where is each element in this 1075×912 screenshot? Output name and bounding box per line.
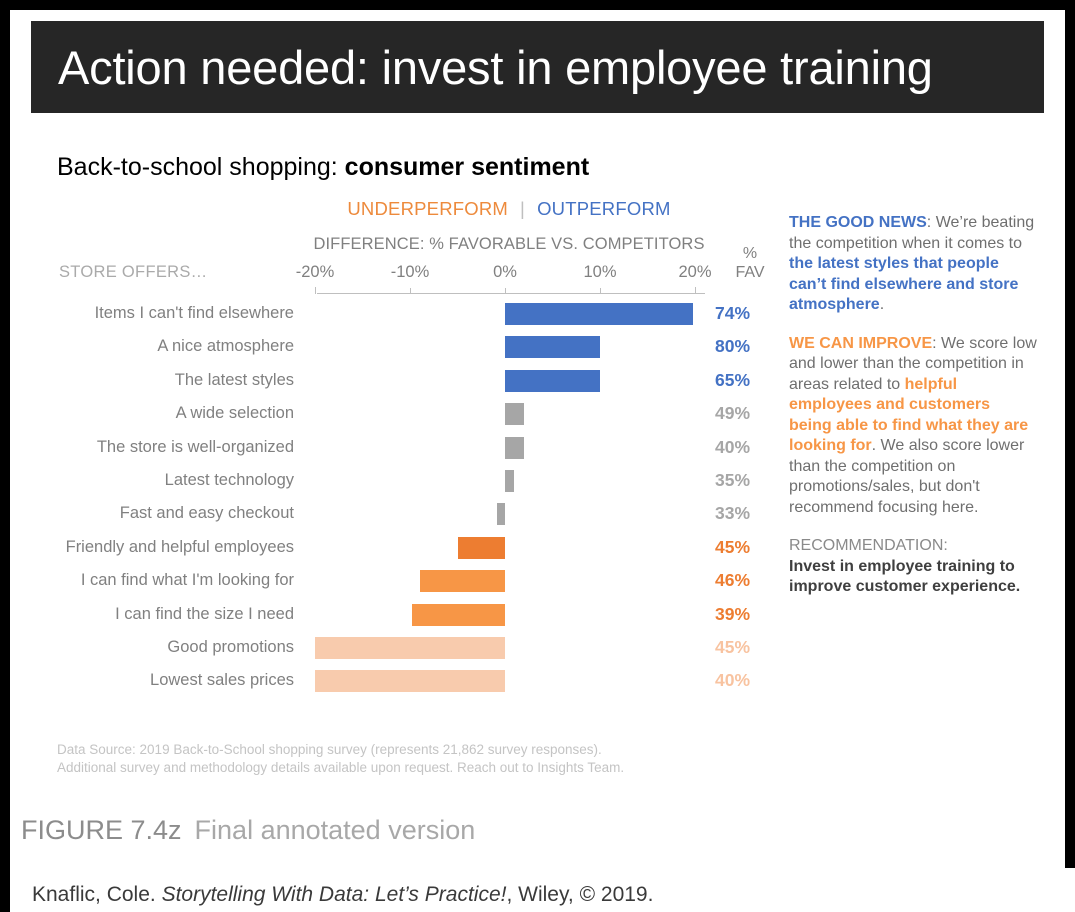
improve-heading: WE CAN IMPROVE	[789, 334, 933, 352]
bar-value-label: 39%	[715, 603, 751, 624]
bar-category-label: Lowest sales prices	[150, 671, 294, 690]
bar-value-label: 40%	[715, 436, 751, 457]
bar-value-label: 80%	[715, 336, 751, 357]
chart-bar	[315, 670, 505, 693]
x-axis-tick-label: 10%	[583, 263, 617, 281]
bar-category-label: I can find the size I need	[115, 604, 294, 623]
annotation-good-news: THE GOOD NEWS: We’re beating the competi…	[789, 214, 1035, 313]
bar-category-label: Fast and easy checkout	[119, 504, 294, 523]
slide-title: Action needed: invest in employee traini…	[58, 40, 933, 94]
bar-category-label: A nice atmosphere	[157, 337, 294, 356]
x-axis-tick-mark	[600, 288, 601, 294]
slide-page: Action needed: invest in employee traini…	[0, 0, 1075, 912]
bar-category-label: Good promotions	[167, 638, 294, 656]
bar-value-label: 65%	[715, 369, 751, 390]
x-axis-tick-mark	[410, 288, 411, 294]
slide-title-bar: Action needed: invest in employee traini…	[31, 21, 1044, 113]
good-news-text-2: .	[879, 296, 885, 313]
chart-bar	[505, 403, 524, 426]
figure-number: FIGURE 7.4z	[21, 815, 182, 845]
chart-bar	[457, 536, 505, 559]
chart-bar	[505, 436, 524, 459]
bar-value-label: 45%	[715, 637, 751, 657]
citation-text: Knaflic, Cole. Storytelling With Data: L…	[32, 883, 653, 907]
bar-value-label: 45%	[715, 536, 751, 557]
chart-bar	[497, 503, 505, 526]
bar-category-label: I can find what I'm looking for	[80, 571, 294, 590]
bar-value-label: 35%	[715, 470, 751, 490]
bar-category-label: The store is well-organized	[96, 437, 294, 456]
bar-category-label: A wide selection	[175, 404, 294, 423]
x-axis-tick-mark	[315, 287, 316, 294]
x-axis-tick-label: 20%	[678, 263, 712, 281]
bar-category-label: Latest technology	[164, 471, 294, 489]
bar-category-label: Friendly and helpful employees	[65, 537, 294, 556]
chart-bar	[315, 637, 505, 659]
x-axis-tick-label: -10%	[390, 263, 430, 281]
recommendation-heading: RECOMMENDATION:	[789, 537, 948, 554]
citation-author: Knaflic, Cole.	[32, 883, 162, 906]
chart-bar	[505, 470, 514, 492]
bar-value-label: 74%	[715, 303, 751, 323]
recommendation-body: Invest in employee training to improve c…	[789, 557, 1021, 596]
bar-value-label: 49%	[715, 403, 751, 424]
good-news-highlight: the latest styles that people can’t find…	[789, 255, 1019, 313]
data-source-footnote: Data Source: 2019 Back-to-School shoppin…	[57, 742, 625, 775]
chart-bar-row: Good promotions 45%	[21, 631, 1054, 664]
bar-value-label: 46%	[715, 570, 751, 591]
figure-caption: FIGURE 7.4z Final annotated version	[21, 815, 1041, 846]
x-axis-line	[317, 293, 705, 294]
x-axis-tick-mark	[695, 287, 696, 294]
chart-bar	[411, 603, 505, 626]
good-news-heading: THE GOOD NEWS	[789, 214, 927, 231]
bar-value-label: 40%	[715, 670, 751, 691]
bar-category-label: The latest styles	[174, 370, 294, 389]
chart-bar	[505, 303, 694, 325]
chart-bar	[419, 570, 505, 593]
bar-category-label: Items I can't find elsewhere	[94, 304, 294, 322]
x-axis-tick-mark	[505, 288, 506, 294]
annotation-panel: THE GOOD NEWS: We’re beating the competi…	[789, 213, 1037, 616]
chart-bar	[505, 369, 600, 392]
bar-value-label: 33%	[715, 503, 751, 524]
citation-rest: , Wiley, © 2019.	[506, 883, 654, 906]
citation-work: Storytelling With Data: Let’s Practice!	[161, 883, 507, 906]
annotation-we-can-improve: WE CAN IMPROVE: We score low and lower t…	[789, 334, 1037, 516]
figure-caption-text: Final annotated version	[194, 815, 476, 845]
citation-bar: Knaflic, Cole. Storytelling With Data: L…	[10, 868, 1075, 912]
x-axis-tick-label: 0%	[493, 263, 517, 281]
annotation-recommendation: RECOMMENDATION: Invest in employee train…	[789, 536, 1037, 598]
x-axis-tick-label: -20%	[295, 263, 335, 281]
slide-body: Back-to-school shopping: consumer sentim…	[21, 113, 1054, 857]
chart-bar-row: Lowest sales prices 40%	[21, 664, 1054, 697]
chart-bar	[505, 336, 600, 359]
